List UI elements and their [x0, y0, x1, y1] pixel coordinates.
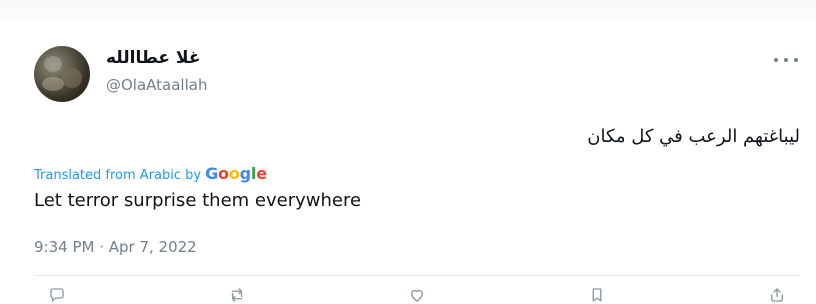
translated-text: Let terror surprise them everywhere	[34, 190, 362, 211]
divider	[34, 275, 800, 276]
avatar[interactable]	[34, 46, 90, 102]
more-options-icon	[784, 58, 788, 62]
author-name[interactable]: غلا عطاالله	[106, 48, 200, 68]
avatar-shadow	[62, 68, 82, 88]
more-options-button[interactable]	[772, 50, 800, 70]
reply-icon	[50, 288, 64, 302]
share-button[interactable]	[768, 286, 786, 304]
top-strip	[0, 0, 816, 22]
avatar-highlight	[44, 56, 62, 72]
more-options-icon	[794, 58, 798, 62]
translation-label: Translated from Arabic by	[34, 168, 202, 183]
retweet-icon	[231, 288, 243, 302]
like-icon	[411, 289, 423, 302]
google-logo: Google	[205, 164, 267, 183]
tweet-timestamp[interactable]: 9:34 PM · Apr 7, 2022	[34, 238, 197, 256]
share-icon	[771, 288, 783, 302]
reply-button[interactable]	[48, 286, 66, 304]
avatar-light-patch	[42, 77, 64, 91]
like-button[interactable]	[408, 286, 426, 304]
retweet-button[interactable]	[228, 286, 246, 304]
translation-attribution[interactable]: Translated from Arabic by Google	[34, 164, 267, 183]
bookmark-button[interactable]	[588, 286, 606, 304]
author-handle[interactable]: @OlaAtaallah	[106, 76, 207, 94]
tweet-card: غلا عطاالله @OlaAtaallah ليباغتهم الرعب …	[0, 0, 816, 304]
more-options-icon	[774, 58, 778, 62]
tweet-text: ليباغتهم الرعب في كل مكان	[587, 126, 800, 147]
bookmark-icon	[592, 288, 602, 302]
tweet-actions	[34, 286, 800, 304]
